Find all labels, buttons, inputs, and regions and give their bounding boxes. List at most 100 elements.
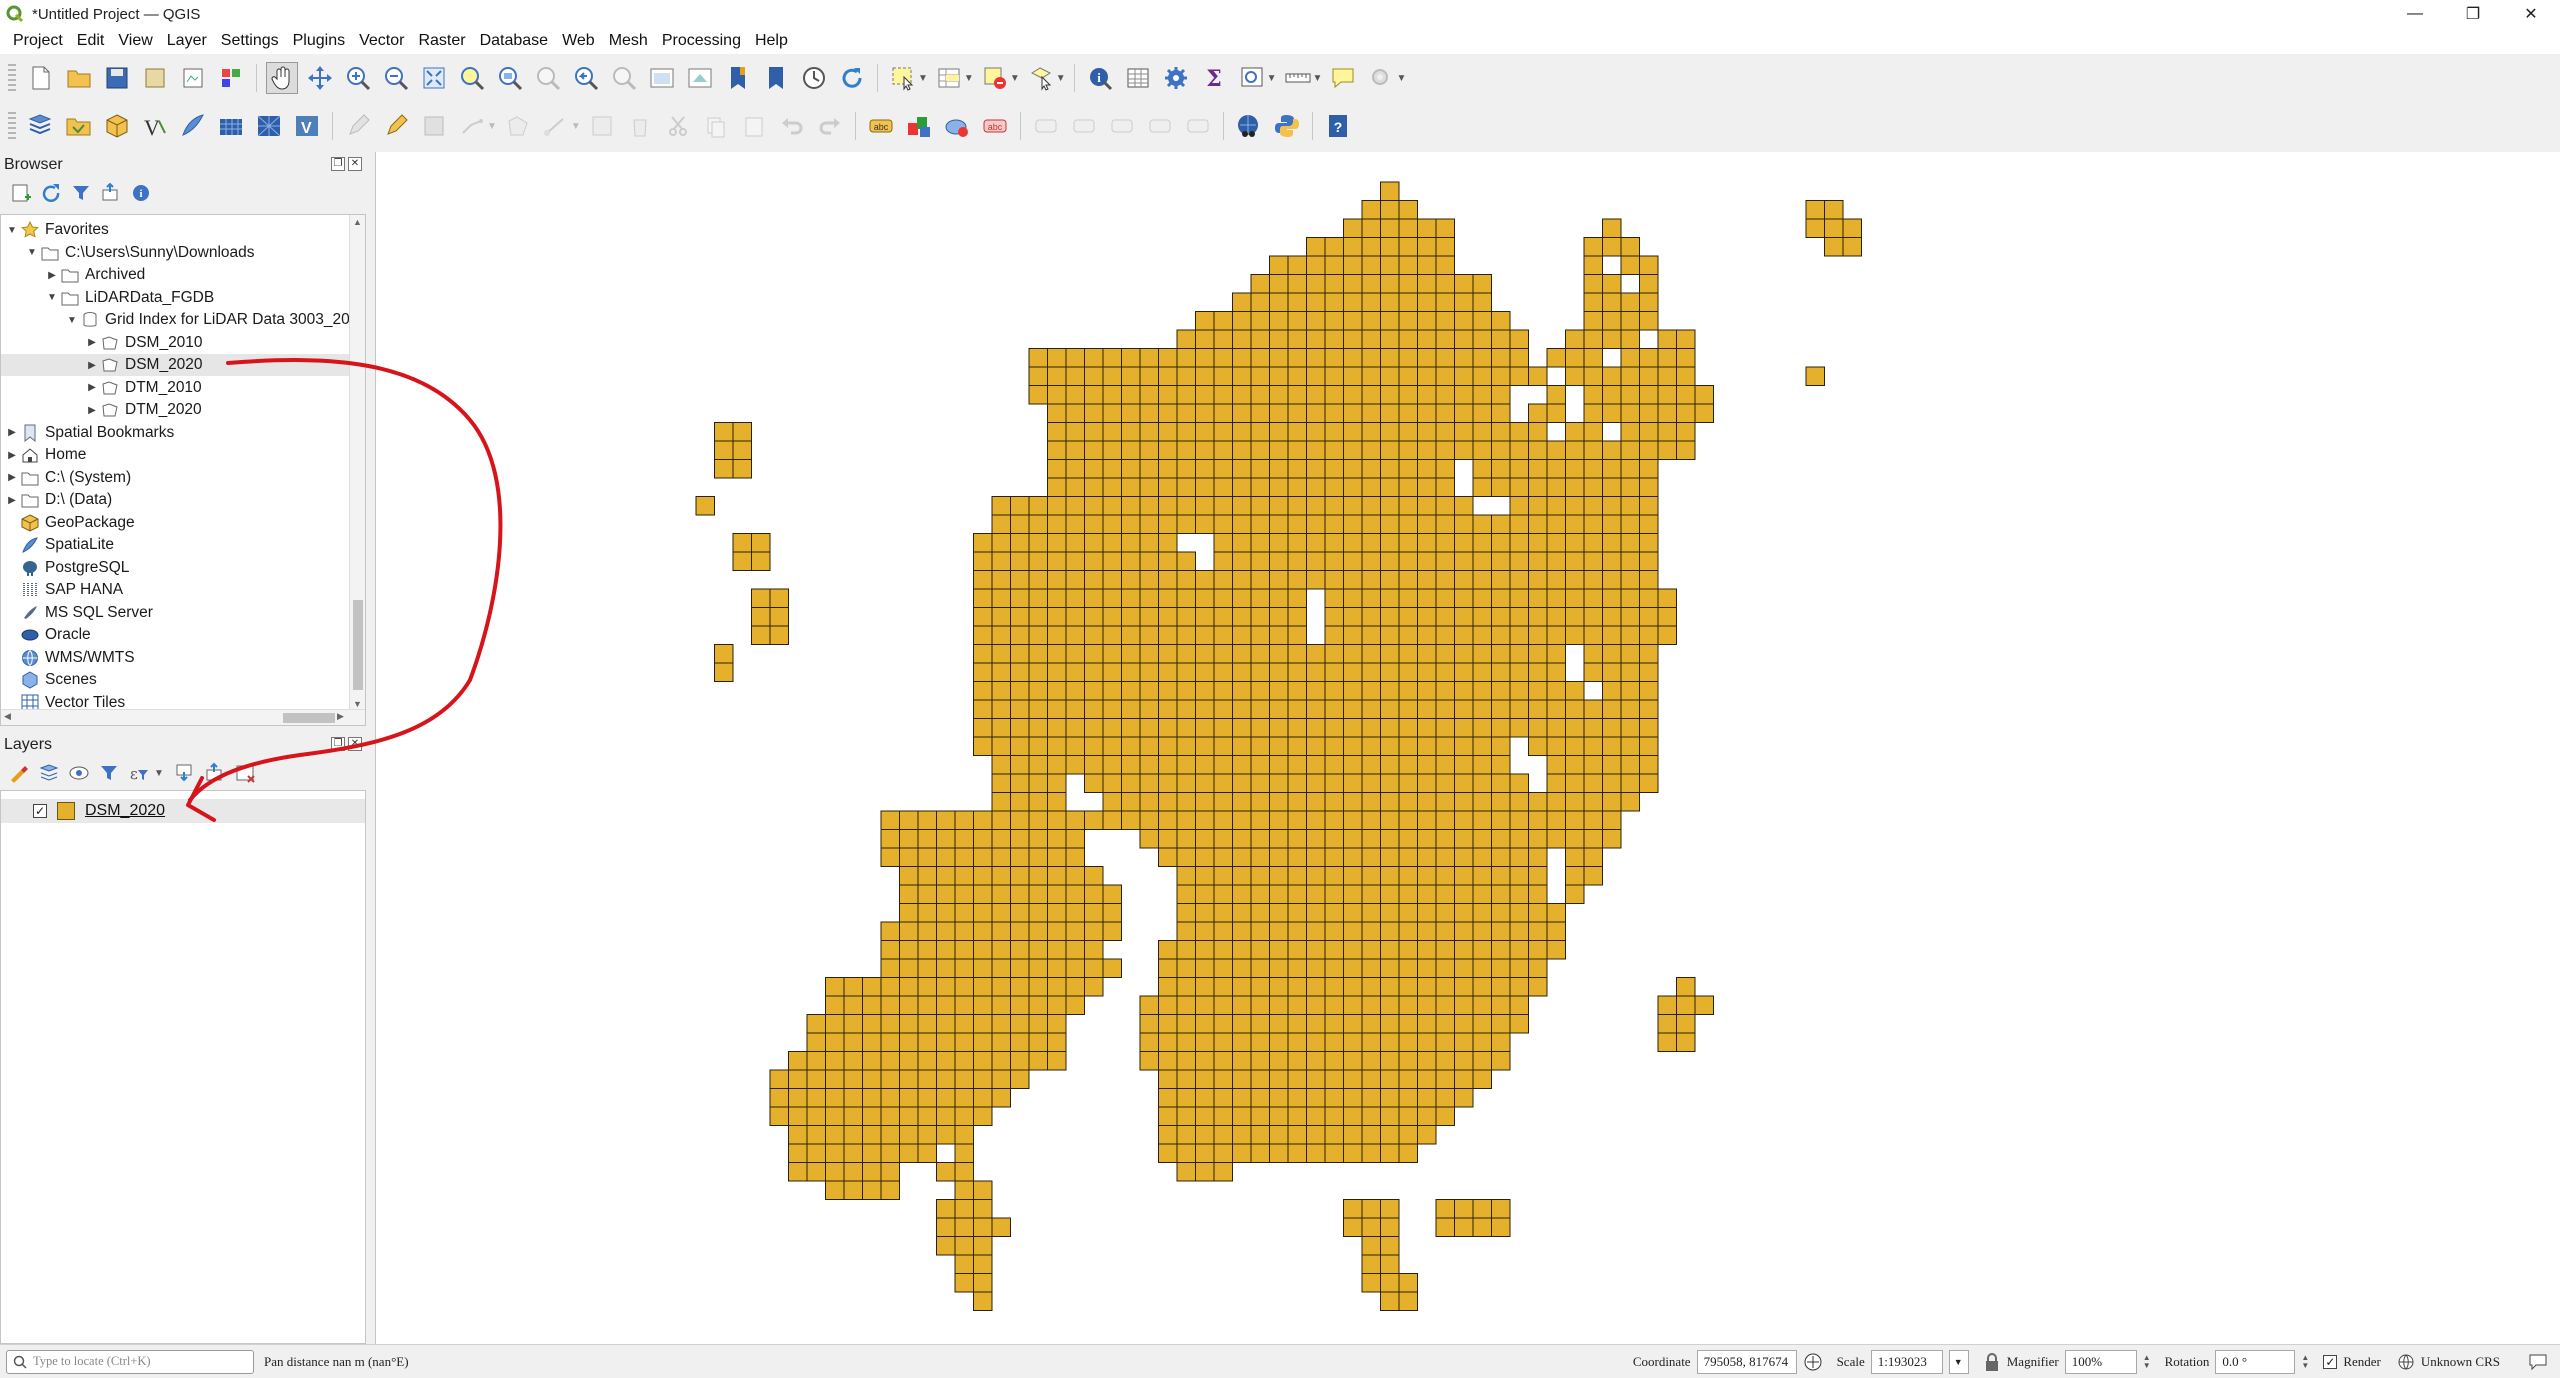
chevron-down-icon[interactable]: ▼ <box>1056 73 1066 84</box>
coordinate-field[interactable]: 795058, 817674 <box>1696 1349 1797 1374</box>
metasearch-icon[interactable] <box>1233 110 1265 142</box>
new-project-icon[interactable] <box>25 62 57 94</box>
browser-item-lidardata-fgdb[interactable]: ▼ LiDARData_FGDB <box>1 287 351 309</box>
zoom-to-layer-icon[interactable] <box>494 62 526 94</box>
browser-item-geopackage[interactable]: GeoPackage <box>1 512 351 534</box>
menu-database[interactable]: Database <box>473 28 556 54</box>
browser-item-dtm-2020[interactable]: ▶ DTM_2020 <box>1 399 351 421</box>
browser-item-favorites[interactable]: ▼ Favorites <box>1 219 351 241</box>
layer-row[interactable]: ✓ DSM_2020 <box>1 799 365 823</box>
scrollbar-thumb[interactable] <box>283 713 335 723</box>
add-raster-layer-icon[interactable] <box>215 110 247 142</box>
minimize-button[interactable]: — <box>2386 0 2444 28</box>
toolbar-grip[interactable] <box>8 64 16 92</box>
browser-item-archived[interactable]: ▶ Archived <box>1 264 351 286</box>
browser-item-home[interactable]: ▶ Home <box>1 444 351 466</box>
layers-tree[interactable]: ✓ DSM_2020 <box>0 790 366 1344</box>
toggle-editing-icon[interactable] <box>380 110 412 142</box>
close-panel-icon[interactable]: ✕ <box>348 737 362 751</box>
crs-globe-icon[interactable] <box>2397 1353 2415 1371</box>
select-by-location-icon[interactable] <box>1025 62 1057 94</box>
crs-label[interactable]: Unknown CRS <box>2421 1354 2500 1370</box>
deselect-features-icon[interactable] <box>979 62 1011 94</box>
layer-styling-icon[interactable] <box>903 110 935 142</box>
layer-symbol-swatch[interactable] <box>57 802 75 820</box>
zoom-out-icon[interactable] <box>380 62 412 94</box>
pan-map-icon[interactable] <box>266 62 298 94</box>
label-highlight-icon[interactable]: abc <box>979 110 1011 142</box>
float-panel-icon[interactable]: ❐ <box>331 157 345 171</box>
browser-item-wms-wmts[interactable]: WMS/WMTS <box>1 647 351 669</box>
menu-processing[interactable]: Processing <box>655 28 748 54</box>
toolbar-grip[interactable] <box>8 112 16 140</box>
attribute-table-icon[interactable] <box>1122 62 1154 94</box>
menu-project[interactable]: Project <box>6 28 70 54</box>
text-annotation-icon[interactable] <box>1327 62 1359 94</box>
browser-item-sap-hana[interactable]: SAP HANA <box>1 579 351 601</box>
browser-tree[interactable]: ▼ Favorites ▼ C:\Users\Sunny\Downloads ▶ Arch… <box>0 214 366 726</box>
chevron-down-icon[interactable]: ▼ <box>918 73 928 84</box>
expand-arrow-icon[interactable]: ▼ <box>5 225 19 236</box>
collapse-arrow-icon[interactable]: ▶ <box>5 427 19 438</box>
data-source-manager-icon[interactable] <box>25 110 57 142</box>
chevron-down-icon[interactable]: ▼ <box>964 73 974 84</box>
label-tool-icon[interactable]: abc <box>865 110 897 142</box>
collapse-arrow-icon[interactable]: ▶ <box>85 337 99 348</box>
menu-mesh[interactable]: Mesh <box>602 28 655 54</box>
filter-legend-icon[interactable] <box>98 762 120 784</box>
open-project-icon[interactable] <box>63 62 95 94</box>
browser-item-c-system[interactable]: ▶ C:\ (System) <box>1 467 351 489</box>
menu-edit[interactable]: Edit <box>70 28 112 54</box>
close-panel-icon[interactable]: ✕ <box>348 157 362 171</box>
chevron-down-icon[interactable]: ▼ <box>154 768 164 779</box>
magnifier-field[interactable]: 100% <box>2064 1349 2137 1374</box>
scale-field[interactable]: 1:193023 <box>1870 1349 1943 1374</box>
zoom-in-icon[interactable] <box>342 62 374 94</box>
save-as-icon[interactable] <box>139 62 171 94</box>
layout-manager-icon[interactable] <box>177 62 209 94</box>
identify-features-icon[interactable]: i <box>1084 62 1116 94</box>
processing-toolbox-icon[interactable] <box>1160 62 1192 94</box>
collapse-all-icon[interactable] <box>100 182 122 204</box>
python-console-icon[interactable] <box>1271 110 1303 142</box>
statistical-summary-icon[interactable]: Σ <box>1198 62 1230 94</box>
collapse-arrow-icon[interactable]: ▶ <box>85 360 99 371</box>
browser-item-grid-index-for-lidar-data-3003-20[interactable]: ▼ Grid Index for LiDAR Data 3003_20 <box>1 309 351 331</box>
browser-item-postgresql[interactable]: PostgreSQL <box>1 557 351 579</box>
map-canvas[interactable] <box>375 152 2560 1344</box>
expand-all-icon[interactable] <box>174 762 196 784</box>
temporal-controller-icon[interactable] <box>798 62 830 94</box>
filter-icon[interactable] <box>70 182 92 204</box>
browser-item-c-users-sunny-downloads[interactable]: ▼ C:\Users\Sunny\Downloads <box>1 242 351 264</box>
menu-view[interactable]: View <box>111 28 159 54</box>
close-button[interactable]: ✕ <box>2502 0 2560 28</box>
locator-search-field[interactable]: Type to locate (Ctrl+K) <box>6 1349 254 1374</box>
collapse-arrow-icon[interactable]: ▶ <box>45 270 59 281</box>
menu-web[interactable]: Web <box>555 28 602 54</box>
rotation-spin-chevron-icon[interactable]: ▲ ▼ <box>2301 1353 2309 1370</box>
menu-help[interactable]: Help <box>748 28 795 54</box>
add-vector-text-layer-icon[interactable]: V <box>139 110 171 142</box>
browser-vertical-scrollbar[interactable]: ▲ ▼ <box>349 215 365 711</box>
browser-item-dtm-2010[interactable]: ▶ DTM_2010 <box>1 377 351 399</box>
new-3d-view-icon[interactable] <box>684 62 716 94</box>
render-checkbox[interactable]: ✓ <box>2323 1354 2338 1369</box>
browser-item-oracle[interactable]: Oracle <box>1 624 351 646</box>
help-contents-icon[interactable]: ? <box>1322 110 1354 142</box>
collapse-arrow-icon[interactable]: ▶ <box>5 450 19 461</box>
add-geopackage-icon[interactable] <box>101 110 133 142</box>
browser-item-ms-sql-server[interactable]: MS SQL Server <box>1 602 351 624</box>
refresh-icon[interactable] <box>836 62 868 94</box>
select-by-attribute-icon[interactable] <box>933 62 965 94</box>
rotation-field[interactable]: 0.0 ° <box>2215 1349 2296 1374</box>
chevron-down-icon[interactable]: ▼ <box>1267 73 1277 84</box>
toggle-extents-icon[interactable] <box>1803 1352 1823 1372</box>
layer-name[interactable]: DSM_2020 <box>85 802 165 820</box>
new-map-view-icon[interactable] <box>646 62 678 94</box>
collapse-arrow-icon[interactable]: ▶ <box>5 495 19 506</box>
expand-arrow-icon[interactable]: ▼ <box>45 292 59 303</box>
menu-vector[interactable]: Vector <box>352 28 411 54</box>
add-vector-layer-icon[interactable] <box>63 110 95 142</box>
browser-item-scenes[interactable]: Scenes <box>1 669 351 691</box>
browser-item-spatialite[interactable]: SpatiaLite <box>1 534 351 556</box>
